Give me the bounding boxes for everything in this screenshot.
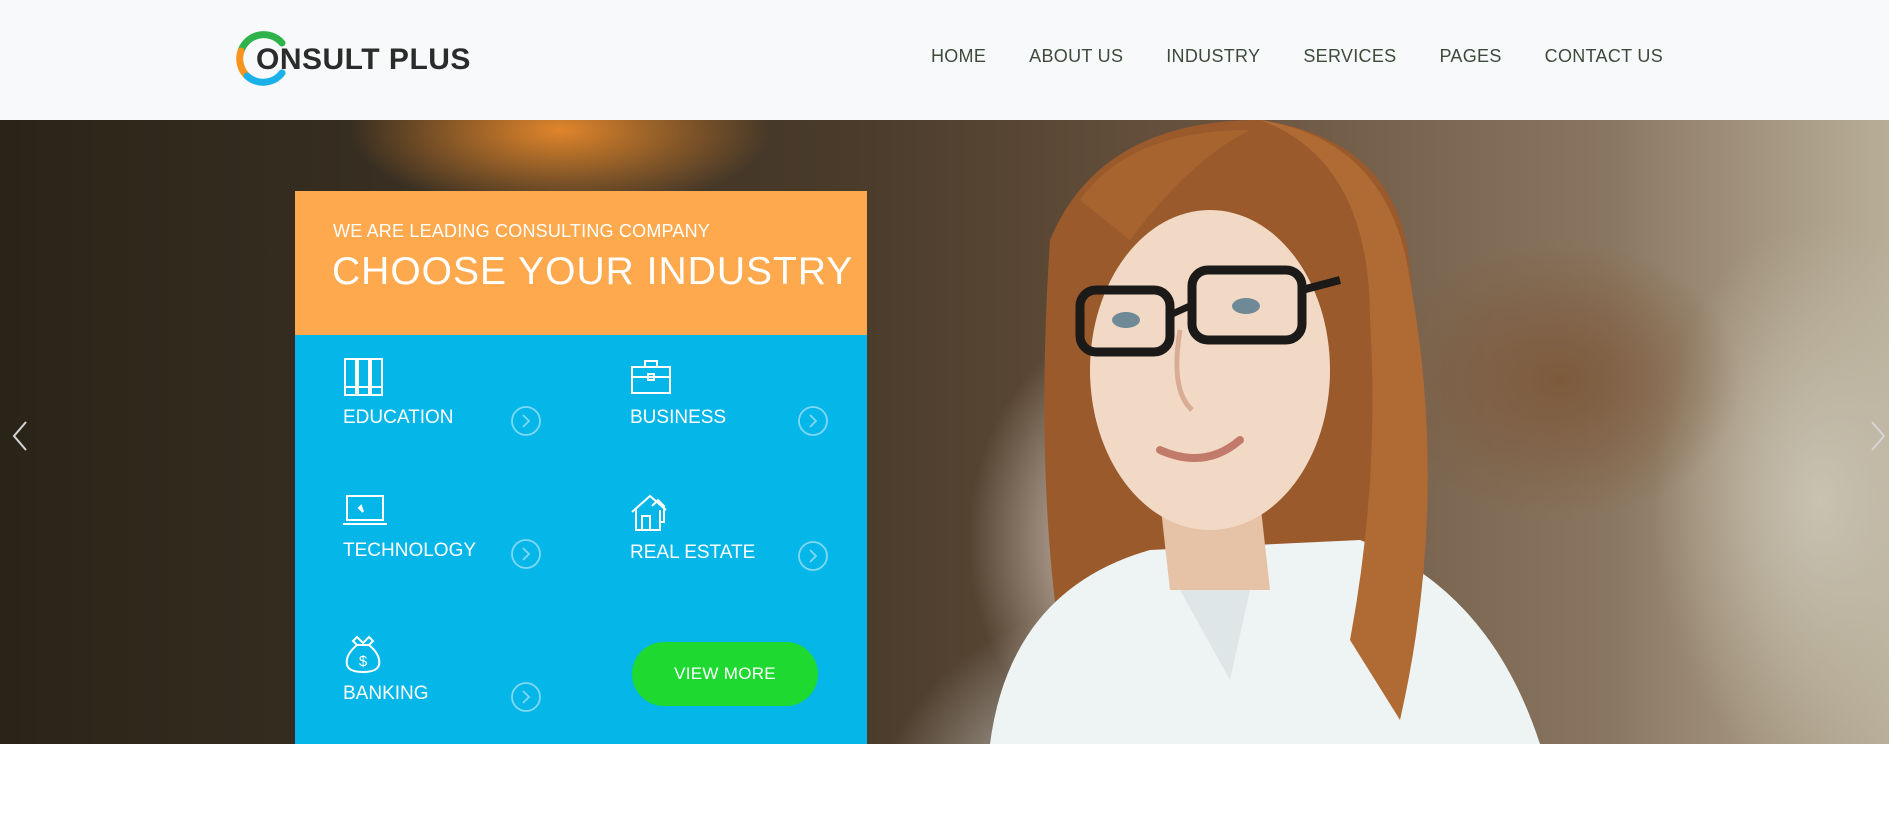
panel-title: CHOOSE YOUR INDUSTRY (332, 250, 854, 293)
nav-pages[interactable]: PAGES (1439, 46, 1501, 67)
svg-text:$: $ (359, 653, 368, 670)
hero-photo-woman (990, 120, 1540, 744)
arrow-circle-right-icon[interactable] (797, 405, 829, 437)
books-icon (344, 358, 383, 396)
chevron-right-icon[interactable] (1866, 416, 1889, 456)
panel-subtitle: WE ARE LEADING CONSULTING COMPANY (333, 221, 710, 241)
view-more-button[interactable]: VIEW MORE (632, 642, 818, 706)
nav-about-us[interactable]: ABOUT US (1029, 46, 1123, 67)
house-icon (631, 494, 667, 531)
industry-panel: EDUCATION BUSINESS TECHNOLOGY REAL ESTAT… (295, 335, 867, 744)
industry-label: REAL ESTATE (630, 542, 756, 563)
nav-industry[interactable]: INDUSTRY (1166, 46, 1260, 67)
arrow-circle-right-icon[interactable] (797, 540, 829, 572)
hero-slider (0, 120, 1889, 744)
money-bag-icon: $ (345, 635, 381, 673)
industry-label: TECHNOLOGY (343, 540, 477, 561)
logo-text: ONSULT PLUS (256, 43, 471, 76)
arrow-circle-right-icon[interactable] (510, 681, 542, 713)
industry-technology[interactable]: TECHNOLOGY (343, 490, 573, 590)
industry-real-estate[interactable]: REAL ESTATE (630, 492, 860, 592)
nav-home[interactable]: HOME (931, 46, 986, 67)
main-nav: HOME ABOUT US INDUSTRY SERVICES PAGES CO… (931, 46, 1663, 67)
industry-panel-header: WE ARE LEADING CONSULTING COMPANY CHOOSE… (295, 191, 867, 335)
laptop-icon (343, 495, 387, 525)
briefcase-icon (631, 360, 671, 394)
arrow-circle-right-icon[interactable] (510, 405, 542, 437)
nav-contact-us[interactable]: CONTACT US (1545, 46, 1663, 67)
arrow-circle-right-icon[interactable] (510, 538, 542, 570)
industry-label: BANKING (343, 683, 429, 704)
chevron-left-icon[interactable] (8, 416, 32, 456)
industry-business[interactable]: BUSINESS (630, 357, 860, 457)
industry-label: BUSINESS (630, 407, 727, 428)
nav-services[interactable]: SERVICES (1303, 46, 1396, 67)
site-header: ONSULT PLUS HOME ABOUT US INDUSTRY SERVI… (0, 0, 1889, 120)
logo[interactable]: ONSULT PLUS (234, 29, 470, 87)
industry-banking[interactable]: $ BANKING (343, 633, 573, 733)
industry-education[interactable]: EDUCATION (343, 357, 573, 457)
industry-label: EDUCATION (343, 407, 454, 428)
